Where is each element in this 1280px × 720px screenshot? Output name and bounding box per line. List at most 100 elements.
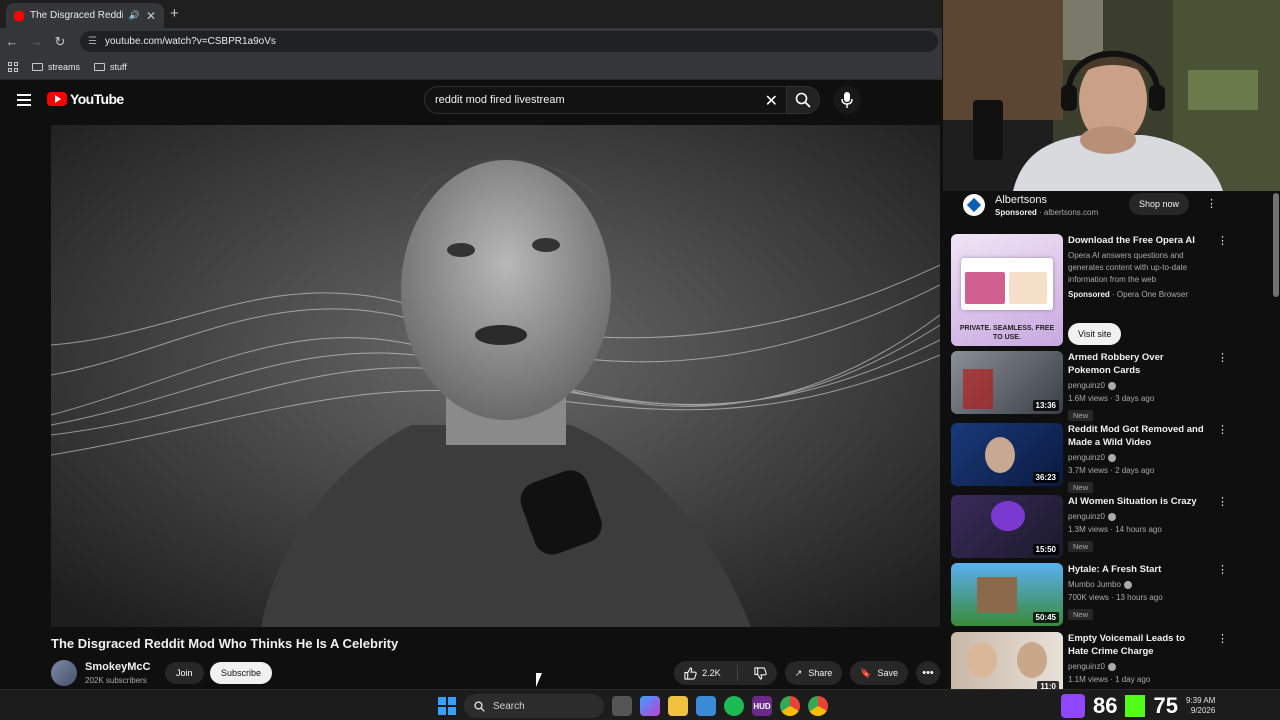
save-button[interactable]: 🔖 Save [850, 661, 908, 685]
like-button[interactable]: 2.2K [674, 661, 731, 685]
windows-start-icon[interactable] [438, 697, 456, 715]
more-vert-icon[interactable]: ⋮ [1217, 423, 1228, 436]
copilot-icon[interactable] [640, 696, 660, 716]
promo-description: Opera AI answers questions and generates… [1068, 251, 1188, 284]
sponsored-label: Sponsored [995, 208, 1037, 217]
system-tray: 86 75 9:39 AM 9/2026 [1061, 690, 1215, 720]
task-view-icon[interactable] [612, 696, 632, 716]
sponsored-ad-card[interactable]: Albertsons Sponsored · albertsons.com Sh… [951, 192, 1270, 222]
youtube-logo[interactable]: YouTube [47, 91, 124, 107]
video-player[interactable] [51, 125, 940, 627]
notepad-icon[interactable] [696, 696, 716, 716]
promo-item[interactable]: PRIVATE. SEAMLESS. FREE TO USE. Download… [951, 234, 1270, 346]
speaker-icon[interactable]: 🔊 [129, 10, 140, 21]
tab-title: The Disgraced Reddit Mod [30, 10, 123, 21]
folder-icon [94, 63, 106, 71]
apps-grid-icon[interactable] [8, 62, 18, 72]
video-info: Hytale: A Fresh Start Mumbo Jumbo 700K v… [1068, 563, 1204, 622]
counter-right: 75 [1153, 692, 1178, 718]
hudfx-icon[interactable]: HUD [752, 696, 772, 716]
browser-tabstrip: The Disgraced Reddit Mod 🔊 ✕ + [0, 0, 942, 28]
like-count: 2.2K [702, 668, 721, 678]
albertsons-logo-icon [963, 194, 985, 216]
more-vert-icon[interactable]: ⋮ [1217, 351, 1228, 364]
channel-name[interactable]: SmokeyMcC [85, 661, 150, 673]
subscribe-button[interactable]: Subscribe [210, 662, 273, 684]
video-meta: 1.6M views · 3 days ago [1068, 394, 1155, 403]
video-thumbnail: 13:36 [951, 351, 1063, 414]
taskbar-apps: Search HUD [438, 694, 828, 718]
new-badge: New [1068, 410, 1094, 421]
more-vert-icon[interactable]: ⋮ [1217, 632, 1228, 645]
bookmark-label: stuff [110, 62, 127, 72]
spotify-icon[interactable] [724, 696, 744, 716]
list-item[interactable]: 13:36 Armed Robbery Over Pokemon Cards p… [951, 351, 1270, 421]
more-vert-icon[interactable]: ⋮ [1217, 234, 1228, 247]
site-info-icon[interactable]: ☰ [88, 36, 97, 47]
list-item[interactable]: 15:50 AI Women Situation is Crazy pengui… [951, 495, 1270, 558]
twitch-icon[interactable] [1061, 693, 1085, 718]
channel-row: SmokeyMcC 202K subscribers Join Subscrib… [51, 658, 940, 688]
search-button[interactable] [786, 86, 820, 114]
new-tab-icon[interactable]: + [170, 5, 179, 22]
clear-search-icon[interactable]: ✕ [765, 91, 778, 111]
save-label: Save [877, 668, 898, 678]
voice-search-button[interactable] [833, 86, 861, 114]
close-tab-icon[interactable]: ✕ [146, 9, 156, 23]
verified-icon [1107, 453, 1116, 462]
sponsored-label: Sponsored [1068, 290, 1110, 299]
file-explorer-icon[interactable] [668, 696, 688, 716]
more-actions-button[interactable]: ••• [916, 661, 940, 685]
video-thumbnail: 11:0 [951, 632, 1063, 689]
more-vert-icon[interactable]: ⋮ [1206, 197, 1217, 210]
browser-toolbar: ← → ↻ ☰ youtube.com/watch?v=CSBPR1a9oVs [0, 28, 942, 55]
clock[interactable]: 9:39 AM 9/2026 [1186, 696, 1215, 716]
video-item-title: Hytale: A Fresh Start [1068, 564, 1162, 575]
join-button[interactable]: Join [165, 662, 204, 684]
youtube-play-icon [47, 92, 67, 106]
avatar[interactable] [51, 660, 77, 686]
dislike-button[interactable] [744, 661, 777, 685]
menu-icon[interactable] [17, 94, 31, 106]
promo-browser-mock [961, 258, 1053, 310]
video-channel: penguinz0 [1068, 380, 1204, 392]
list-item[interactable]: 11:0 Empty Voicemail Leads to Hate Crime… [951, 632, 1270, 689]
sidebar-scrollbar[interactable] [1273, 193, 1279, 297]
taskbar: Search HUD 86 75 9:39 AM 9/2026 [0, 689, 1280, 720]
folder-icon [32, 63, 43, 71]
bookmark-icon: 🔖 [860, 667, 872, 678]
more-vert-icon[interactable]: ⋮ [1217, 563, 1228, 576]
logo-text: YouTube [70, 91, 124, 107]
share-button[interactable]: ↗ Share [784, 661, 843, 685]
chrome-icon[interactable] [780, 696, 800, 716]
ad-domain: albertsons.com [1043, 208, 1099, 217]
video-item-title: Armed Robbery Over Pokemon Cards [1068, 352, 1164, 376]
chrome-active-icon[interactable] [808, 696, 828, 716]
ad-name: Albertsons [995, 194, 1047, 206]
video-meta: 3.7M views · 2 days ago [1068, 466, 1155, 475]
browser-tab[interactable]: The Disgraced Reddit Mod 🔊 ✕ [6, 3, 164, 28]
visit-site-button[interactable]: Visit site [1068, 323, 1122, 345]
verified-icon [1123, 580, 1132, 589]
like-dislike-group: 2.2K [674, 661, 777, 685]
taskbar-search-label: Search [493, 700, 525, 712]
address-bar[interactable]: ☰ youtube.com/watch?v=CSBPR1a9oVs [80, 31, 938, 52]
taskbar-search[interactable]: Search [464, 694, 604, 718]
video-meta: 1.1M views · 1 day ago [1068, 675, 1151, 684]
duration-badge: 11:0 [1037, 681, 1059, 689]
more-vert-icon[interactable]: ⋮ [1217, 495, 1228, 508]
bookmark-stuff[interactable]: stuff [94, 62, 127, 72]
list-item[interactable]: 50:45 Hytale: A Fresh Start Mumbo Jumbo … [951, 563, 1270, 626]
promo-thumb-text: PRIVATE. SEAMLESS. FREE TO USE. [959, 325, 1055, 341]
search-input[interactable] [435, 94, 755, 106]
bookmarks-bar: streams stuff [0, 55, 942, 80]
new-badge: New [1068, 609, 1094, 620]
bookmark-streams[interactable]: streams [32, 62, 80, 72]
promo-info: Download the Free Opera AI Opera AI answ… [1068, 234, 1204, 301]
back-icon[interactable]: ← [0, 34, 24, 49]
kick-icon[interactable] [1125, 694, 1146, 717]
reload-icon[interactable]: ↻ [48, 34, 72, 50]
forward-icon[interactable]: → [24, 34, 48, 49]
shop-now-button[interactable]: Shop now [1129, 193, 1190, 215]
list-item[interactable]: 36:23 Reddit Mod Got Removed and Made a … [951, 423, 1270, 493]
